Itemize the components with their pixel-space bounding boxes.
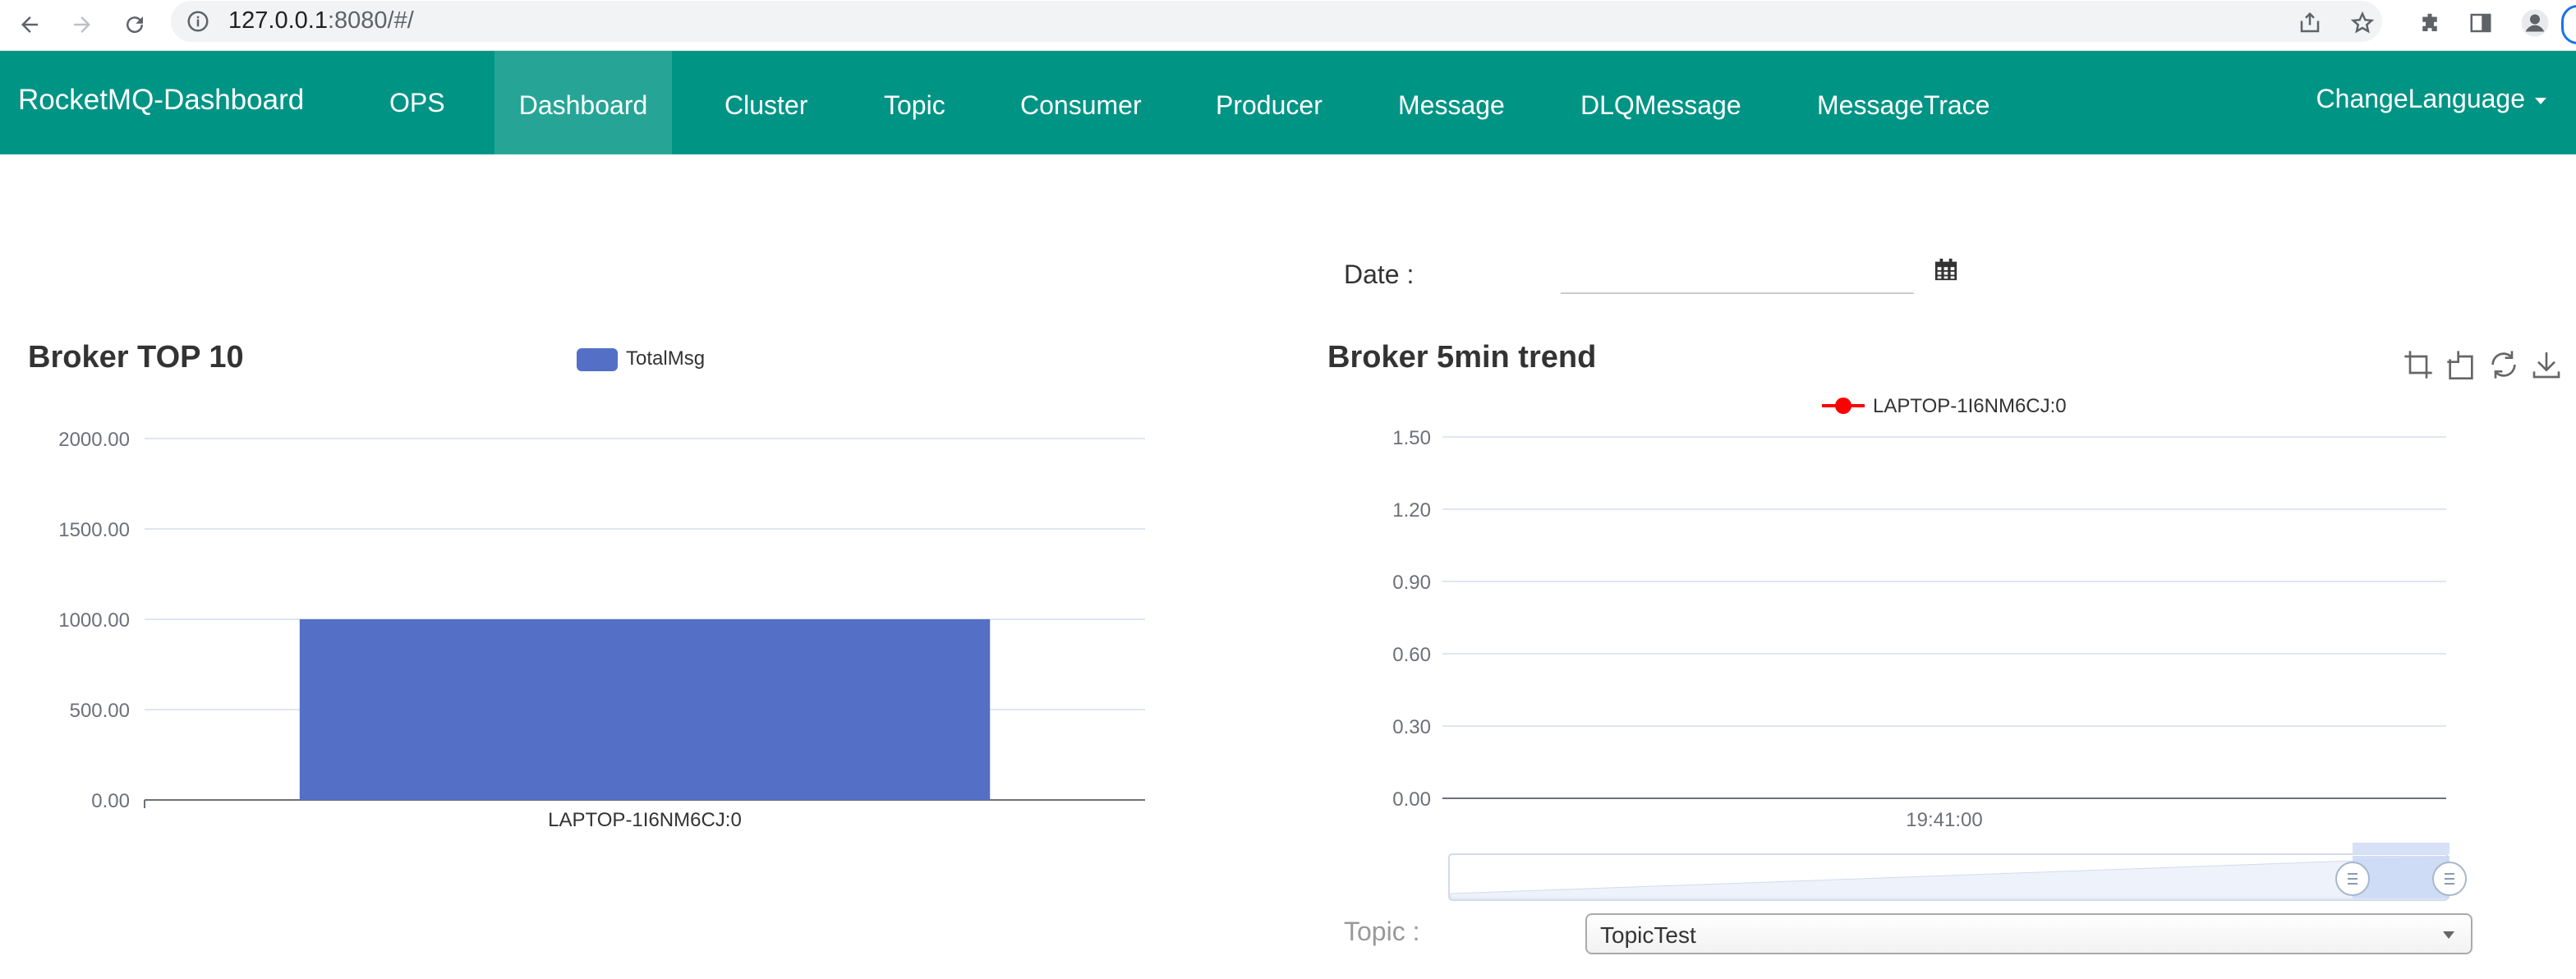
url-text: 127.0.0.1:8080/#/: [228, 7, 414, 34]
site-info-icon[interactable]: [186, 9, 210, 34]
profile-ring[interactable]: [2561, 5, 2576, 44]
datazoom-track: [1448, 853, 2449, 901]
change-language-label: ChangeLanguage: [2316, 84, 2525, 113]
topic-select[interactable]: TopicTest: [1585, 913, 2472, 954]
y-tick-label: 1.50: [1392, 427, 1431, 449]
datazoom-handle-grip: [2445, 873, 2454, 885]
y-tick-label: 1500.00: [58, 519, 130, 541]
caret-down-icon: [2535, 97, 2546, 104]
x-tick-label: 19:41:00: [1906, 809, 1982, 831]
y-tick-label: 2000.00: [58, 429, 130, 451]
broker-top10-title: Broker TOP 10: [28, 340, 244, 375]
datazoom-preview: [1450, 857, 2447, 899]
legend-label: LAPTOP-1I6NM6CJ:0: [1873, 395, 2067, 417]
select-arrow-icon: [2443, 931, 2454, 939]
y-tick-label: 500.00: [70, 700, 130, 722]
datazoom-handle: [2335, 862, 2370, 896]
extensions-icon[interactable]: [2413, 7, 2446, 39]
back-icon[interactable]: [12, 7, 48, 43]
y-tick-label: 0.00: [1392, 788, 1431, 811]
share-icon[interactable]: [2293, 7, 2326, 39]
url-path: :8080/#/: [327, 7, 414, 34]
address-bar[interactable]: 127.0.0.1:8080/#/: [171, 1, 2382, 42]
legend-label: TotalMsg: [626, 347, 705, 370]
nav-ops[interactable]: OPS: [365, 51, 470, 154]
calendar-icon[interactable]: [1934, 256, 1958, 283]
datazoom-window: [2353, 856, 2450, 899]
change-language-dropdown[interactable]: ChangeLanguage: [2316, 84, 2546, 114]
url-host: 127.0.0.1: [228, 7, 328, 34]
topic-select-value: TopicTest: [1600, 922, 1696, 948]
zoom-select-icon[interactable]: [2402, 348, 2435, 381]
nav-consumer[interactable]: Consumer: [996, 51, 1166, 154]
forward-icon[interactable]: [64, 7, 100, 43]
bar: [299, 619, 991, 800]
zoom-reset-icon[interactable]: [2445, 348, 2477, 381]
x-tick-label: LAPTOP-1I6NM6CJ:0: [548, 809, 742, 831]
browser-toolbar: 127.0.0.1:8080/#/: [0, 0, 2576, 51]
y-tick-label: 1000.00: [58, 609, 130, 632]
nav-producer[interactable]: Producer: [1191, 51, 1347, 154]
restore-icon[interactable]: [2487, 348, 2520, 381]
y-tick-label: 0.00: [91, 790, 130, 812]
nav-topic[interactable]: Topic: [859, 51, 970, 154]
y-tick-label: 0.60: [1392, 644, 1431, 666]
nav-messagetrace[interactable]: MessageTrace: [1792, 51, 2014, 154]
datazoom-handle: [2432, 862, 2467, 896]
app-navbar: RocketMQ-Dashboard OPS Dashboard Cluster…: [0, 51, 2576, 154]
save-image-icon[interactable]: [2530, 348, 2563, 381]
date-label: Date :: [1344, 260, 1414, 289]
datazoom-handle-grip: [2348, 873, 2358, 885]
legend-swatch: [577, 348, 618, 371]
datazoom-top-handle: [2353, 843, 2450, 854]
topic-label: Topic :: [1344, 917, 1420, 946]
nav-cluster[interactable]: Cluster: [700, 51, 832, 154]
brand-logo[interactable]: RocketMQ-Dashboard: [18, 84, 304, 117]
bookmark-star-icon[interactable]: [2346, 7, 2379, 39]
legend-marker: [1835, 398, 1852, 414]
y-tick-label: 1.20: [1392, 499, 1431, 522]
nav-message[interactable]: Message: [1373, 51, 1530, 154]
y-tick-label: 0.30: [1392, 716, 1431, 738]
y-tick-label: 0.90: [1392, 572, 1431, 594]
side-panel-icon[interactable]: [2464, 7, 2497, 39]
broker-trend-title: Broker 5min trend: [1327, 340, 1597, 375]
reload-icon[interactable]: [117, 7, 153, 43]
nav-dlqmessage[interactable]: DLQMessage: [1556, 51, 1766, 154]
profile-avatar-icon[interactable]: [2518, 7, 2551, 39]
date-input[interactable]: [1561, 246, 1914, 294]
nav-dashboard[interactable]: Dashboard: [494, 51, 672, 154]
